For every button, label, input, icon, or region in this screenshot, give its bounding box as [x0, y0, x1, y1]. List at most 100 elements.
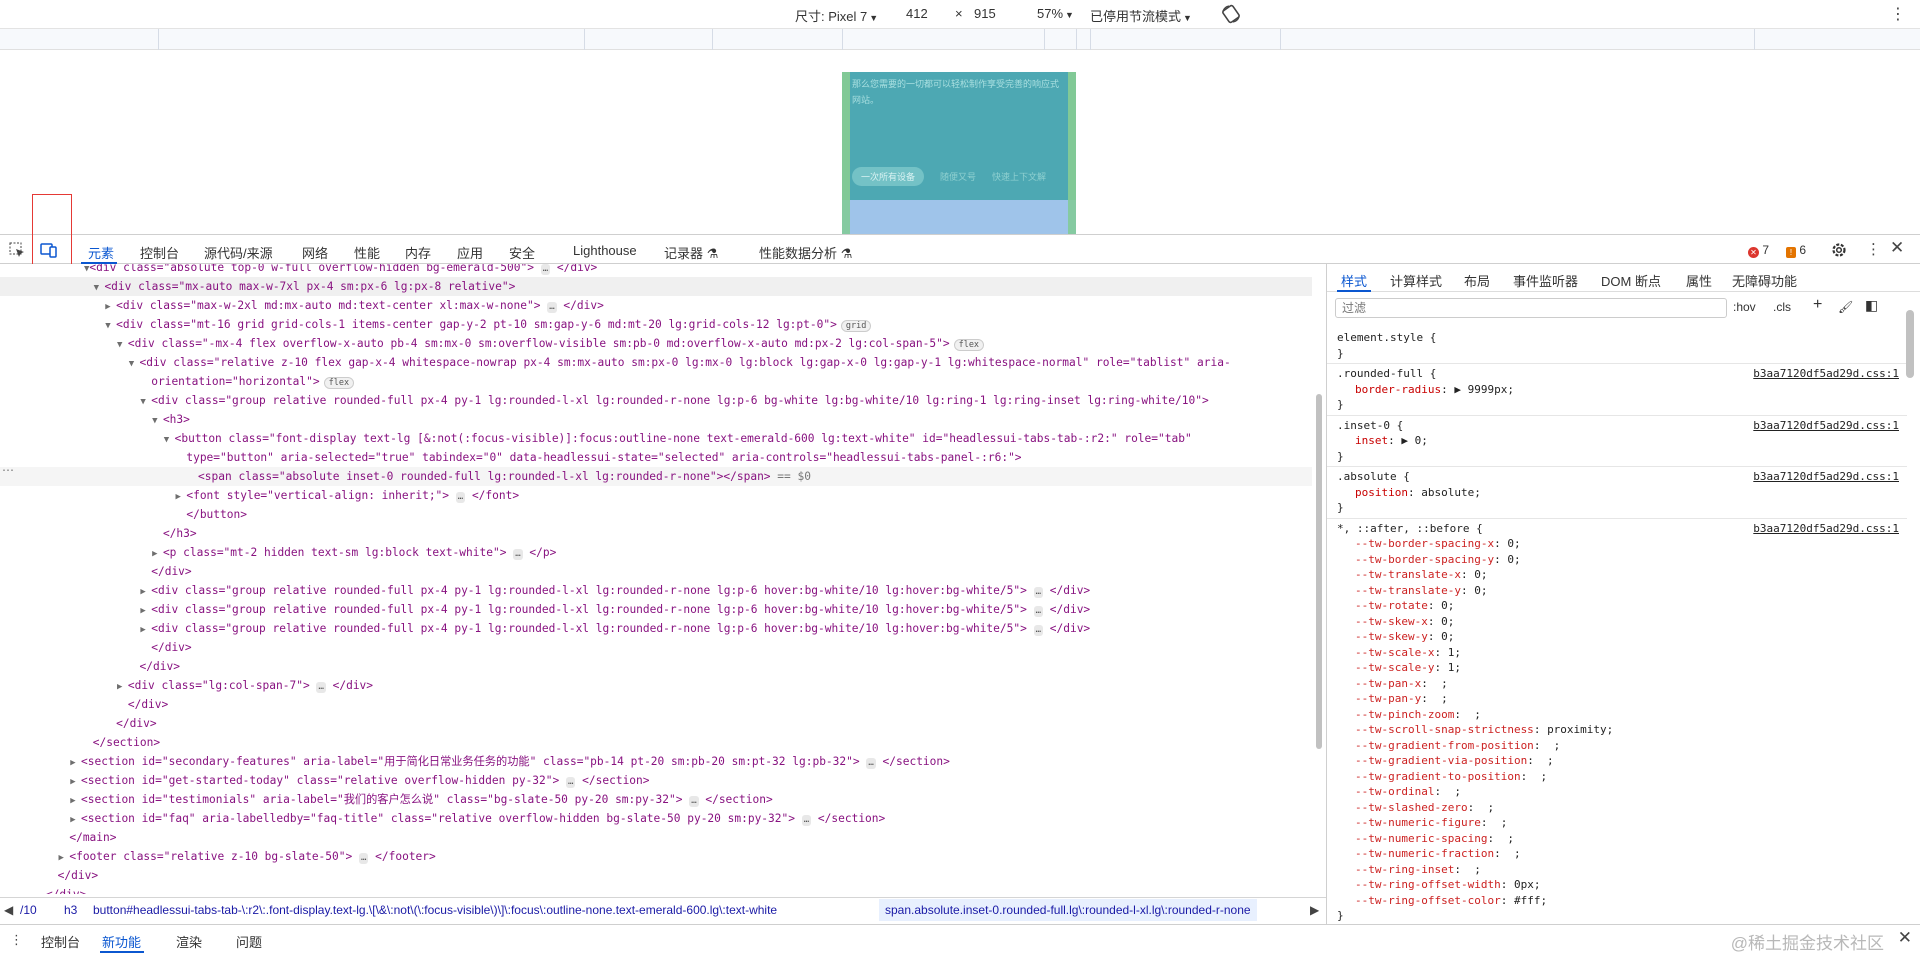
dom-node-line[interactable]: </h3> — [0, 524, 1312, 543]
css-rule[interactable]: element.style {} — [1327, 328, 1907, 364]
dom-node-line[interactable]: </div> — [0, 866, 1312, 885]
expand-arrow-icon[interactable]: ▶ — [0, 587, 151, 597]
css-property[interactable]: --tw-numeric-fraction: ; — [1337, 846, 1897, 862]
dom-node-line[interactable]: ▼ <div class="mt-16 grid grid-cols-1 ite… — [0, 315, 1312, 334]
dom-node-line[interactable]: ▼<div class="absolute top-0 w-full overf… — [0, 264, 1312, 277]
paint-brush-icon[interactable]: 🖌 — [1838, 300, 1853, 314]
ellipsis-icon[interactable]: … — [358, 853, 369, 864]
css-property[interactable]: --tw-numeric-spacing: ; — [1337, 831, 1897, 847]
tab-layout[interactable]: 布局 — [1464, 271, 1490, 290]
more-vertical-icon[interactable]: ⋮ — [1890, 4, 1906, 24]
add-rule-icon[interactable]: + — [1813, 296, 1822, 314]
phone-preview[interactable]: 那么您需要的一切都可以轻松制作享受完善的响应式网站。 一次所有设备 随便又号 快速上… — [842, 72, 1076, 234]
breadcrumb-item[interactable]: /10 — [20, 903, 37, 917]
tab-sources[interactable]: 源代码/来源 — [204, 243, 273, 262]
media-query-segment[interactable] — [158, 29, 159, 50]
layout-badge[interactable]: grid — [840, 320, 872, 332]
expand-arrow-icon[interactable]: ▼ — [0, 340, 128, 350]
dom-node-line[interactable]: ▼ <div class="mx-auto max-w-7xl px-4 sm:… — [0, 277, 1312, 296]
css-property[interactable]: --tw-ring-offset-width: 0px; — [1337, 877, 1897, 893]
media-query-segment[interactable] — [1044, 29, 1045, 50]
expand-arrow-icon[interactable]: ▶ — [0, 492, 186, 502]
expand-arrow-icon[interactable]: ▼ — [0, 359, 140, 369]
expand-arrow-icon[interactable]: ▶ — [0, 606, 151, 616]
ellipsis-icon[interactable]: … — [540, 264, 551, 275]
dom-node-line[interactable]: ▶ <section id="get-started-today" class=… — [0, 771, 1312, 790]
ellipsis-icon[interactable]: … — [689, 796, 699, 807]
css-rule[interactable]: .absolute {b3aa7120df5ad29d.css:1 positio… — [1327, 467, 1907, 519]
css-source-link[interactable]: b3aa7120df5ad29d.css:1 — [1753, 366, 1899, 382]
css-property[interactable]: --tw-gradient-via-position: ; — [1337, 753, 1897, 769]
breadcrumb-item[interactable]: h3 — [64, 903, 77, 917]
tab-computed[interactable]: 计算样式 — [1390, 271, 1442, 290]
rotate-icon[interactable] — [1220, 3, 1242, 25]
breadcrumb-item-active[interactable]: span.absolute.inset-0.rounded-full.lg\:r… — [879, 899, 1257, 921]
drawer-tab-issues[interactable]: 问题 — [236, 932, 262, 951]
expand-arrow-icon[interactable]: ▶ — [0, 796, 81, 806]
css-property[interactable]: --tw-scale-x: 1; — [1337, 645, 1897, 661]
dom-node-line[interactable]: <span class="absolute inset-0 rounded-fu… — [0, 467, 1312, 486]
sidebar-toggle-icon[interactable]: ◧ — [1865, 297, 1878, 314]
css-property[interactable]: inset: ▶ 0; — [1337, 433, 1897, 449]
height-field[interactable]: 915 — [974, 6, 996, 21]
dom-node-line[interactable]: ▶ <div class="group relative rounded-ful… — [0, 619, 1312, 638]
dom-node-line[interactable]: </div> — [0, 695, 1312, 714]
drawer-tab-whats-new[interactable]: 新功能 — [102, 932, 141, 951]
expand-arrow-icon[interactable]: ▼ — [0, 416, 163, 426]
css-property[interactable]: --tw-rotate: 0; — [1337, 598, 1897, 614]
css-property[interactable]: position: absolute; — [1337, 485, 1897, 501]
css-property[interactable]: --tw-skew-x: 0; — [1337, 614, 1897, 630]
cls-toggle[interactable]: .cls — [1773, 300, 1791, 314]
ellipsis-icon[interactable]: … — [316, 682, 326, 693]
tab-performance[interactable]: 性能 — [354, 243, 380, 262]
tab-network[interactable]: 网络 — [302, 243, 328, 262]
css-property[interactable]: --tw-slashed-zero: ; — [1337, 800, 1897, 816]
dom-node-line[interactable]: ▼ <div class="group relative rounded-ful… — [0, 391, 1312, 410]
chevron-left-icon[interactable]: ◀ — [4, 903, 13, 917]
css-property[interactable]: border-radius: ▶ 9999px; — [1337, 382, 1897, 398]
filter-input[interactable]: 过滤 — [1335, 298, 1727, 318]
dom-node-line[interactable]: ▶ <section id="testimonials" aria-label=… — [0, 790, 1312, 809]
dom-node-line[interactable]: ▼ <button class="font-display text-lg [&… — [0, 429, 1312, 448]
tab-properties[interactable]: 属性 — [1686, 271, 1712, 290]
close-icon[interactable]: ✕ — [1898, 928, 1912, 948]
dom-node-line[interactable]: </div> — [0, 657, 1312, 676]
media-query-segment[interactable] — [842, 29, 843, 50]
media-query-segment[interactable] — [584, 29, 585, 50]
tab-accessibility[interactable]: 无障碍功能 — [1732, 271, 1797, 290]
dom-node-line[interactable]: ▼ <div class="-mx-4 flex overflow-x-auto… — [0, 334, 1312, 353]
css-property[interactable]: --tw-ordinal: ; — [1337, 784, 1897, 800]
css-property[interactable]: --tw-scale-y: 1; — [1337, 660, 1897, 676]
css-property[interactable]: --tw-translate-y: 0; — [1337, 583, 1897, 599]
ellipsis-icon[interactable]: … — [1033, 625, 1044, 636]
expand-arrow-icon[interactable]: ▶ — [0, 758, 81, 768]
drawer-tab-rendering[interactable]: 渲染 — [176, 932, 202, 951]
zoom-select[interactable]: 57% ▼ — [1037, 6, 1074, 21]
scroll-thumb[interactable] — [1316, 394, 1322, 749]
css-property[interactable]: --tw-pan-x: ; — [1337, 676, 1897, 692]
more-vertical-icon[interactable]: ⋮ — [10, 932, 23, 948]
expand-arrow-icon[interactable]: ▼ — [0, 321, 116, 331]
tab-memory[interactable]: 内存 — [405, 243, 431, 262]
styles-scrollbar-thumb[interactable] — [1906, 310, 1914, 378]
dom-node-line[interactable]: </main> — [0, 828, 1312, 847]
inspect-element-icon[interactable] — [8, 241, 26, 259]
elements-tree[interactable]: ▼<div class="absolute top-0 w-full overf… — [0, 264, 1312, 894]
css-rule[interactable]: .rounded-full {b3aa7120df5ad29d.css:1 bor… — [1327, 364, 1907, 416]
dom-node-line[interactable]: </div> — [0, 885, 1312, 894]
css-property[interactable]: --tw-ring-inset: ; — [1337, 862, 1897, 878]
css-property[interactable]: --tw-pan-y: ; — [1337, 691, 1897, 707]
phone-tab[interactable]: 快速上下文解 — [992, 170, 1046, 183]
ellipsis-icon[interactable]: … — [547, 302, 557, 313]
css-source-link[interactable]: b3aa7120df5ad29d.css:1 — [1753, 469, 1899, 485]
css-source-link[interactable]: b3aa7120df5ad29d.css:1 — [1753, 418, 1899, 434]
tab-security[interactable]: 安全 — [509, 243, 535, 262]
chevron-right-icon[interactable]: ▶ — [1310, 903, 1319, 917]
dom-node-line[interactable]: ▶ <div class="lg:col-span-7"> … </div> — [0, 676, 1312, 695]
dom-node-line[interactable]: ▶ <section id="faq" aria-labelledby="faq… — [0, 809, 1312, 828]
ellipsis-icon[interactable]: … — [866, 758, 876, 769]
close-icon[interactable]: ✕ — [1890, 238, 1904, 258]
css-source-link[interactable]: b3aa7120df5ad29d.css:1 — [1753, 521, 1899, 537]
dom-node-line[interactable]: ▶ <font style="vertical-align: inherit;"… — [0, 486, 1312, 505]
ellipsis-icon[interactable]: … — [801, 815, 812, 826]
